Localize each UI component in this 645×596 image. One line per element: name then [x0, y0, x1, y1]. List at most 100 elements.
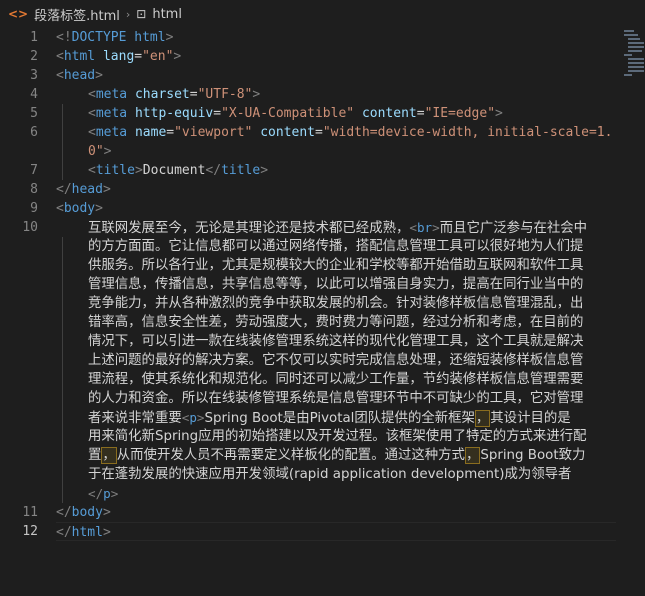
code-line-9: <body>	[56, 199, 616, 218]
text-token: 其设计目的是	[490, 411, 571, 426]
text-token: 上述问题的最好的解决方案。它不仅可以实时完成信息处理，还缩短装修样板信息管	[88, 353, 584, 368]
html-file-icon: <>	[8, 7, 29, 21]
tag-name-token: title	[95, 163, 135, 178]
code-line-3: <head>	[56, 66, 616, 85]
tag-name-token: meta	[95, 125, 128, 140]
line-number	[0, 465, 44, 484]
bracket-token: >	[110, 486, 119, 501]
bracket-token: </	[56, 525, 72, 540]
bracket-token: <	[88, 163, 96, 178]
string-token: "UTF-8"	[197, 87, 253, 102]
text-token: Spring Boot致力	[480, 448, 586, 463]
tag-name-token: p	[103, 486, 111, 501]
text-token: 置	[88, 448, 102, 463]
text-token: Document	[142, 163, 206, 178]
line-number	[0, 484, 44, 503]
tag-name-token: html	[71, 525, 103, 540]
tag-name-token: p	[189, 410, 197, 425]
code-wrap-row: 置，从而使开发人员不再需要定义样板化的配置。通过这种方式，Spring Boot…	[88, 446, 616, 465]
text-token: 管理信息，传播信息，共享信息等等，以此可以增强自身实力，提高在同行业当中的	[88, 277, 584, 292]
code-wrap-row: 错率高，信息安全性差，劳动强度大，费时费力等问题，经过分析和考虑，在目前的	[88, 313, 616, 332]
code-editor[interactable]: 1 2 3 4 5 6 7 8 9 10 11 12 <!DOCTYPE htm…	[0, 28, 645, 596]
bracket-token: <	[56, 49, 64, 64]
code-line-8: </head>	[56, 180, 616, 199]
tag-name-token: DOCTYPE	[71, 30, 127, 45]
breadcrumb: <> 段落标签.html › ⊡ html	[0, 0, 645, 28]
line-number	[0, 446, 44, 465]
tag-name-token: head	[63, 68, 96, 83]
text-token: 于在蓬勃发展的快速应用开发领域(rapid application develo…	[88, 467, 572, 482]
breadcrumb-file[interactable]: 段落标签.html	[34, 5, 120, 24]
code-line-1: <!DOCTYPE html>	[56, 28, 616, 47]
attribute-token: charset	[127, 87, 190, 102]
irregular-char-highlight: ，	[101, 447, 117, 464]
bracket-token: >	[134, 163, 143, 178]
text-token: 情况下，可以引进一款在线装修管理系统这样的现代化管理工具，这个工具就是解决	[88, 334, 584, 349]
bracket-token: >	[495, 106, 503, 121]
code-content[interactable]: <!DOCTYPE html> <html lang="en"> <head> …	[56, 28, 616, 541]
text-token: 用来简化新Spring应用的初始搭建以及开发过程。该框架使用了特定的方式来进行配	[88, 429, 587, 444]
line-number: 4	[30, 87, 38, 102]
bracket-token: >	[103, 144, 112, 159]
code-line-4: <meta charset="UTF-8">	[56, 85, 616, 104]
text-token: 错率高，信息安全性差，劳动强度大，费时费力等问题，经过分析和考虑，在目前的	[88, 315, 584, 330]
text-token: =	[315, 125, 323, 140]
bracket-token: <	[56, 68, 64, 83]
line-number: 10	[22, 220, 38, 235]
code-line-5: <meta http-equiv="X-UA-Compatible" conte…	[56, 104, 616, 123]
element-tag-icon: ⊡	[136, 7, 147, 21]
bracket-token: >	[173, 49, 182, 64]
bracket-token: >	[95, 68, 103, 83]
string-token: "X-UA-Compatible"	[221, 106, 355, 121]
text-token: =	[213, 106, 222, 121]
bracket-token: <	[88, 125, 96, 140]
line-number	[0, 408, 44, 427]
string-token: "width=device-width, initial-scale=1.	[322, 125, 613, 140]
text-token: 的方方面面。它让信息都可以通过网络传播，搭配信息管理工具可以很好地为人们提	[88, 239, 584, 254]
code-line-11: </body>	[56, 503, 616, 522]
bracket-token: >	[196, 410, 205, 425]
line-number: 2	[30, 49, 38, 64]
line-number: 11	[22, 505, 38, 520]
irregular-char-highlight: ，	[464, 447, 481, 464]
text-token: 供服务。所以各行业，尤其是规模较大的企业和学校等都开始借助互联网和软件工具	[88, 258, 584, 273]
text-token: 的人力和资金。所以在线装修管理系统是信息管理环节中不可缺少的工具，它对管理	[88, 391, 584, 406]
breadcrumb-element[interactable]: html	[152, 7, 182, 22]
text-token: 互联网发展至今，无论是其理论还是技术都已经成熟，	[88, 221, 410, 236]
code-line-7: <title>Document</title>	[56, 161, 616, 180]
bracket-token: >	[252, 87, 261, 102]
code-wrap-row: 的方方面面。它让信息都可以通过网络传播，搭配信息管理工具可以很好地为人们提	[88, 237, 616, 256]
line-number: 3	[30, 68, 38, 83]
code-line-2: <html lang="en">	[56, 47, 616, 66]
line-number	[0, 256, 44, 275]
line-number	[0, 294, 44, 313]
bracket-token: </	[205, 163, 222, 178]
tag-name-token: body	[63, 201, 96, 216]
tag-name-token: title	[221, 163, 261, 178]
bracket-token: >	[260, 163, 269, 178]
line-number: 6	[30, 125, 38, 140]
attribute-token: name	[127, 125, 167, 140]
string-token: 0"	[88, 144, 104, 159]
bracket-token: </	[88, 486, 104, 501]
bracket-token: </	[56, 182, 72, 197]
string-token: "en"	[142, 49, 174, 64]
line-number-gutter: 1 2 3 4 5 6 7 8 9 10 11 12	[0, 28, 44, 541]
line-number	[0, 313, 44, 332]
code-line-6: <meta name="viewport" content="width=dev…	[56, 123, 616, 142]
line-number	[0, 351, 44, 370]
line-number	[0, 237, 44, 256]
code-wrap-row: 竞争能力，并从各种激烈的竞争中获取发展的机会。针对装修样板信息管理混乱，出	[88, 294, 616, 313]
code-wrap-row: 上述问题的最好的解决方案。它不仅可以实时完成信息处理，还缩短装修样板信息管	[88, 351, 616, 370]
minimap[interactable]	[618, 28, 645, 88]
line-number: 5	[30, 106, 38, 121]
line-number: 1	[30, 30, 38, 45]
code-line-6-wrap: 0">	[56, 142, 616, 161]
tag-name-token: br	[416, 220, 433, 235]
string-token: "viewport"	[174, 125, 253, 140]
code-wrap-row: 的人力和资金。所以在线装修管理系统是信息管理环节中不可缺少的工具，它对管理	[88, 389, 616, 408]
code-wrap-row: 用来简化新Spring应用的初始搭建以及开发过程。该框架使用了特定的方式来进行配	[88, 427, 616, 446]
chevron-right-icon: ›	[125, 7, 131, 21]
code-wrap-row: 者来说非常重要<p>Spring Boot是由Pivotal团队提供的全新框架，…	[88, 408, 616, 427]
text-token: =	[189, 87, 198, 102]
